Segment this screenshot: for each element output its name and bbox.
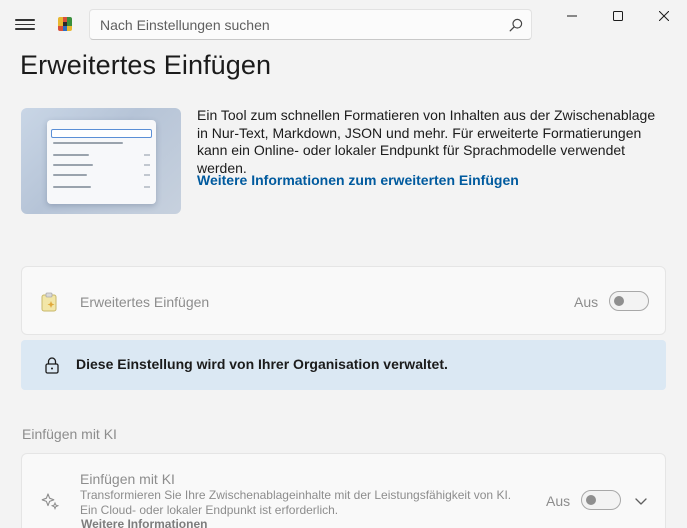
toggle-state-label: Aus (574, 294, 599, 310)
close-icon[interactable] (641, 0, 687, 32)
search-icon[interactable] (501, 11, 531, 39)
maximize-icon[interactable] (595, 0, 641, 32)
window-controls (549, 0, 687, 32)
advanced-paste-label: Erweitertes Einfügen (80, 294, 210, 310)
powertoys-logo (58, 17, 72, 31)
hamburger-menu-icon[interactable] (14, 14, 36, 36)
minimize-icon[interactable] (549, 0, 595, 32)
ai-toggle-state-label: Aus (546, 493, 571, 509)
settings-search-box[interactable] (89, 9, 532, 40)
policy-message: Diese Einstellung wird von Ihrer Organis… (76, 356, 448, 372)
paste-with-ai-more-link[interactable]: Weitere Informationen (81, 517, 207, 528)
learn-more-link[interactable]: Weitere Informationen zum erweiterten Ei… (197, 172, 519, 188)
chevron-down-icon[interactable] (633, 493, 649, 509)
search-input[interactable] (100, 16, 501, 33)
module-description: Ein Tool zum schnellen Formatieren von I… (197, 107, 656, 176)
paste-with-ai-title: Einfügen mit KI (80, 471, 175, 487)
sparkle-icon (40, 491, 60, 511)
paste-with-ai-description: Transformieren Sie Ihre Zwischenablagein… (80, 488, 512, 517)
page-title: Erweitertes Einfügen (20, 50, 272, 80)
enable-advanced-paste-card: Erweitertes Einfügen Aus (21, 266, 666, 335)
policy-infobar: Diese Einstellung wird von Ihrer Organis… (21, 340, 666, 390)
lock-icon (45, 357, 59, 374)
paste-with-ai-toggle[interactable] (581, 490, 621, 510)
advanced-paste-toggle[interactable] (609, 291, 649, 311)
advanced-paste-icon (41, 292, 59, 312)
hero-illustration (21, 108, 181, 214)
title-bar (0, 0, 687, 48)
section-heading-ki: Einfügen mit KI (22, 426, 117, 442)
paste-with-ai-card: Einfügen mit KI Transformieren Sie Ihre … (21, 453, 666, 528)
